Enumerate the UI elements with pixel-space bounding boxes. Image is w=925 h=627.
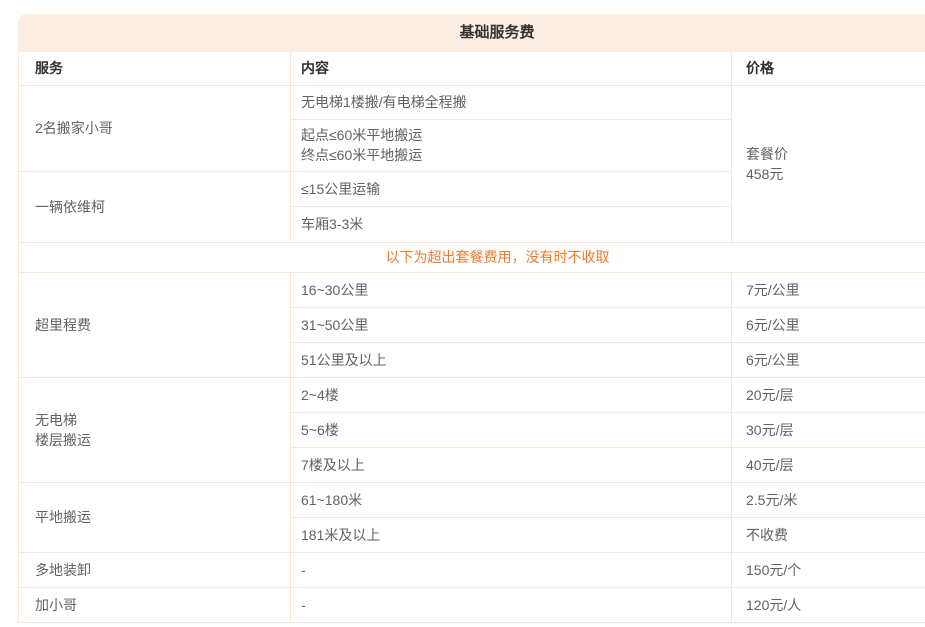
note-row: 以下为超出套餐费用，没有时不收取 xyxy=(19,242,925,272)
price-cell: 40元/层 xyxy=(732,447,925,482)
price-cell: 不收费 xyxy=(732,517,925,552)
content-cell: 7楼及以上 xyxy=(291,447,732,482)
price-cell: 6元/公里 xyxy=(732,307,925,342)
content-cell: 无电梯1楼搬/有电梯全程搬 xyxy=(291,85,732,119)
package-price-label: 套餐价 xyxy=(746,144,925,164)
content-cell: 2~4楼 xyxy=(291,377,732,412)
header-row: 服务 内容 价格 xyxy=(19,52,925,85)
basic-service-fee-card: 基础服务费 服务 内容 价格 2名搬家小哥 无电梯1楼搬/有电梯全程搬 套餐价 … xyxy=(18,14,925,623)
price-cell: 2.5元/米 xyxy=(732,482,925,517)
service-line: 楼层搬运 xyxy=(35,430,282,450)
package-price-value: 458元 xyxy=(746,164,925,184)
service-cell-extra-mover: 加小哥 xyxy=(19,587,291,622)
content-cell: 31~50公里 xyxy=(291,307,732,342)
price-cell: 30元/层 xyxy=(732,412,925,447)
content-cell: 车厢3-3米 xyxy=(291,206,732,242)
service-cell-floors: 无电梯 楼层搬运 xyxy=(19,377,291,482)
header-content: 内容 xyxy=(291,52,732,85)
table-row: 超里程费 16~30公里 7元/公里 xyxy=(19,272,925,307)
content-line: 终点≤60米平地搬运 xyxy=(301,145,723,165)
service-cell-truck: 一辆依维柯 xyxy=(19,171,291,242)
page: { "colors": { "accent_bg": "#fdeee3", "t… xyxy=(0,0,925,627)
content-line: 起点≤60米平地搬运 xyxy=(301,125,723,145)
content-cell: 51公里及以上 xyxy=(291,342,732,377)
header-service: 服务 xyxy=(19,52,291,85)
price-cell: 7元/公里 xyxy=(732,272,925,307)
fee-table: 服务 内容 价格 2名搬家小哥 无电梯1楼搬/有电梯全程搬 套餐价 458元 起… xyxy=(18,52,925,623)
content-cell: ≤15公里运输 xyxy=(291,171,732,206)
service-cell-multi-location: 多地装卸 xyxy=(19,552,291,587)
service-cell-movers: 2名搬家小哥 xyxy=(19,85,291,171)
content-cell: 16~30公里 xyxy=(291,272,732,307)
content-cell: - xyxy=(291,552,732,587)
overage-note: 以下为超出套餐费用，没有时不收取 xyxy=(19,242,925,272)
price-cell: 20元/层 xyxy=(732,377,925,412)
content-cell: 5~6楼 xyxy=(291,412,732,447)
table-row: 2名搬家小哥 无电梯1楼搬/有电梯全程搬 套餐价 458元 xyxy=(19,85,925,119)
price-cell: 120元/人 xyxy=(732,587,925,622)
package-price-cell: 套餐价 458元 xyxy=(732,85,925,242)
price-cell: 150元/个 xyxy=(732,552,925,587)
service-cell-flat-ground: 平地搬运 xyxy=(19,482,291,552)
price-cell: 6元/公里 xyxy=(732,342,925,377)
content-cell: 181米及以上 xyxy=(291,517,732,552)
service-cell-mileage: 超里程费 xyxy=(19,272,291,377)
table-row: 多地装卸 - 150元/个 xyxy=(19,552,925,587)
content-cell: - xyxy=(291,587,732,622)
card-title: 基础服务费 xyxy=(18,14,925,52)
table-row: 平地搬运 61~180米 2.5元/米 xyxy=(19,482,925,517)
content-cell: 61~180米 xyxy=(291,482,732,517)
table-row: 无电梯 楼层搬运 2~4楼 20元/层 xyxy=(19,377,925,412)
table-row: 加小哥 - 120元/人 xyxy=(19,587,925,622)
service-line: 无电梯 xyxy=(35,410,282,430)
header-price: 价格 xyxy=(732,52,925,85)
content-cell: 起点≤60米平地搬运 终点≤60米平地搬运 xyxy=(291,119,732,171)
